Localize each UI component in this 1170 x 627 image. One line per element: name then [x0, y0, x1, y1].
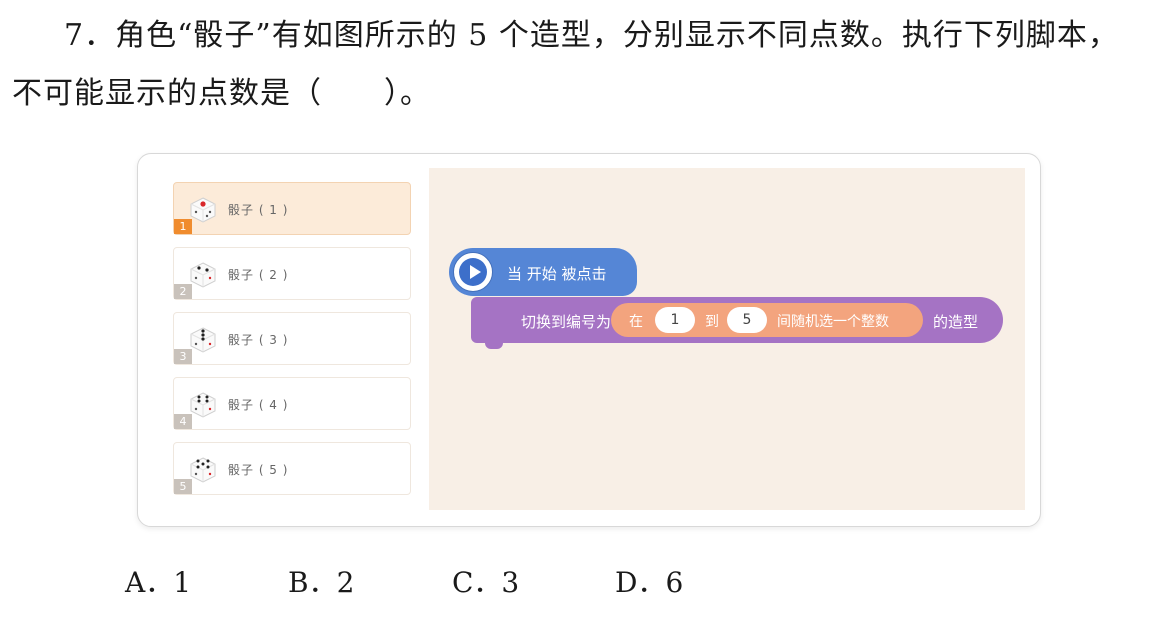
dice-one-icon	[190, 197, 216, 223]
rand-to-input[interactable]: 5	[727, 307, 767, 333]
option-b: B．2	[288, 566, 355, 599]
costume-label: 骰子 ( 3 )	[228, 333, 289, 347]
costume-index: 1	[174, 219, 192, 234]
costume-item-3[interactable]: 骰子 ( 3 ) 3	[173, 312, 411, 365]
random-operator-block[interactable]: 在 1 到 5 间随机选一个整数	[611, 303, 923, 337]
when-start-clicked-block[interactable]: 当 开始 被点击	[449, 248, 637, 296]
costume-index: 2	[174, 284, 192, 299]
rand-suffix-label: 间随机选一个整数	[777, 314, 889, 330]
option-d: D．6	[615, 566, 684, 599]
costume-label: 骰子 ( 5 )	[228, 463, 289, 477]
costume-item-2[interactable]: 骰子 ( 2 ) 2	[173, 247, 411, 300]
costume-list: 骰子 ( 1 ) 1 骰子 ( 2 ) 2 骰子 ( 3 ) 3 骰子 (4 …	[173, 182, 413, 507]
costume-label: 骰子 ( 4 )	[228, 398, 289, 412]
option-a: A．1	[125, 566, 192, 599]
option-c: C．3	[452, 566, 520, 599]
costume-index: 4	[174, 414, 192, 429]
costume-item-4[interactable]: 骰子 ( 4 ) 4	[173, 377, 411, 430]
rand-from-input[interactable]: 1	[655, 307, 695, 333]
costume-label: 骰子 ( 2 )	[228, 268, 289, 282]
rand-in-label: 在	[629, 314, 643, 330]
dice-two-icon	[190, 262, 216, 288]
script-canvas: 当 开始 被点击 切换到编号为 在 1 到 5 间随机选一个整数 的造型	[429, 168, 1025, 510]
rand-to-label: 到	[705, 314, 719, 330]
hat-block-label: 当 开始 被点击	[507, 265, 607, 283]
question-line-1: 7．角色“骰子”有如图所示的 5 个造型，分别显示不同点数。执行下列脚本，	[64, 18, 1119, 53]
dice-four-icon	[190, 392, 216, 418]
costume-index: 3	[174, 349, 192, 364]
switch-costume-block[interactable]: 切换到编号为 在 1 到 5 间随机选一个整数 的造型	[471, 297, 1003, 349]
question-line-2: 不可能显示的点数是（ ）。	[12, 76, 431, 111]
costume-item-1[interactable]: 骰子 ( 1 ) 1	[173, 182, 411, 235]
dice-five-icon	[190, 457, 216, 483]
switch-suffix: 的造型	[933, 313, 979, 331]
costume-label: 骰子 ( 1 )	[228, 203, 289, 217]
dice-three-icon	[190, 327, 216, 353]
switch-prefix: 切换到编号为	[521, 313, 612, 331]
costume-index: 5	[174, 479, 192, 494]
costume-item-5[interactable]: 骰子 ( 5 ) 5	[173, 442, 411, 495]
scratch-figure: 骰子 ( 1 ) 1 骰子 ( 2 ) 2 骰子 ( 3 ) 3 骰子 (4 …	[137, 153, 1041, 527]
play-icon	[453, 252, 493, 292]
